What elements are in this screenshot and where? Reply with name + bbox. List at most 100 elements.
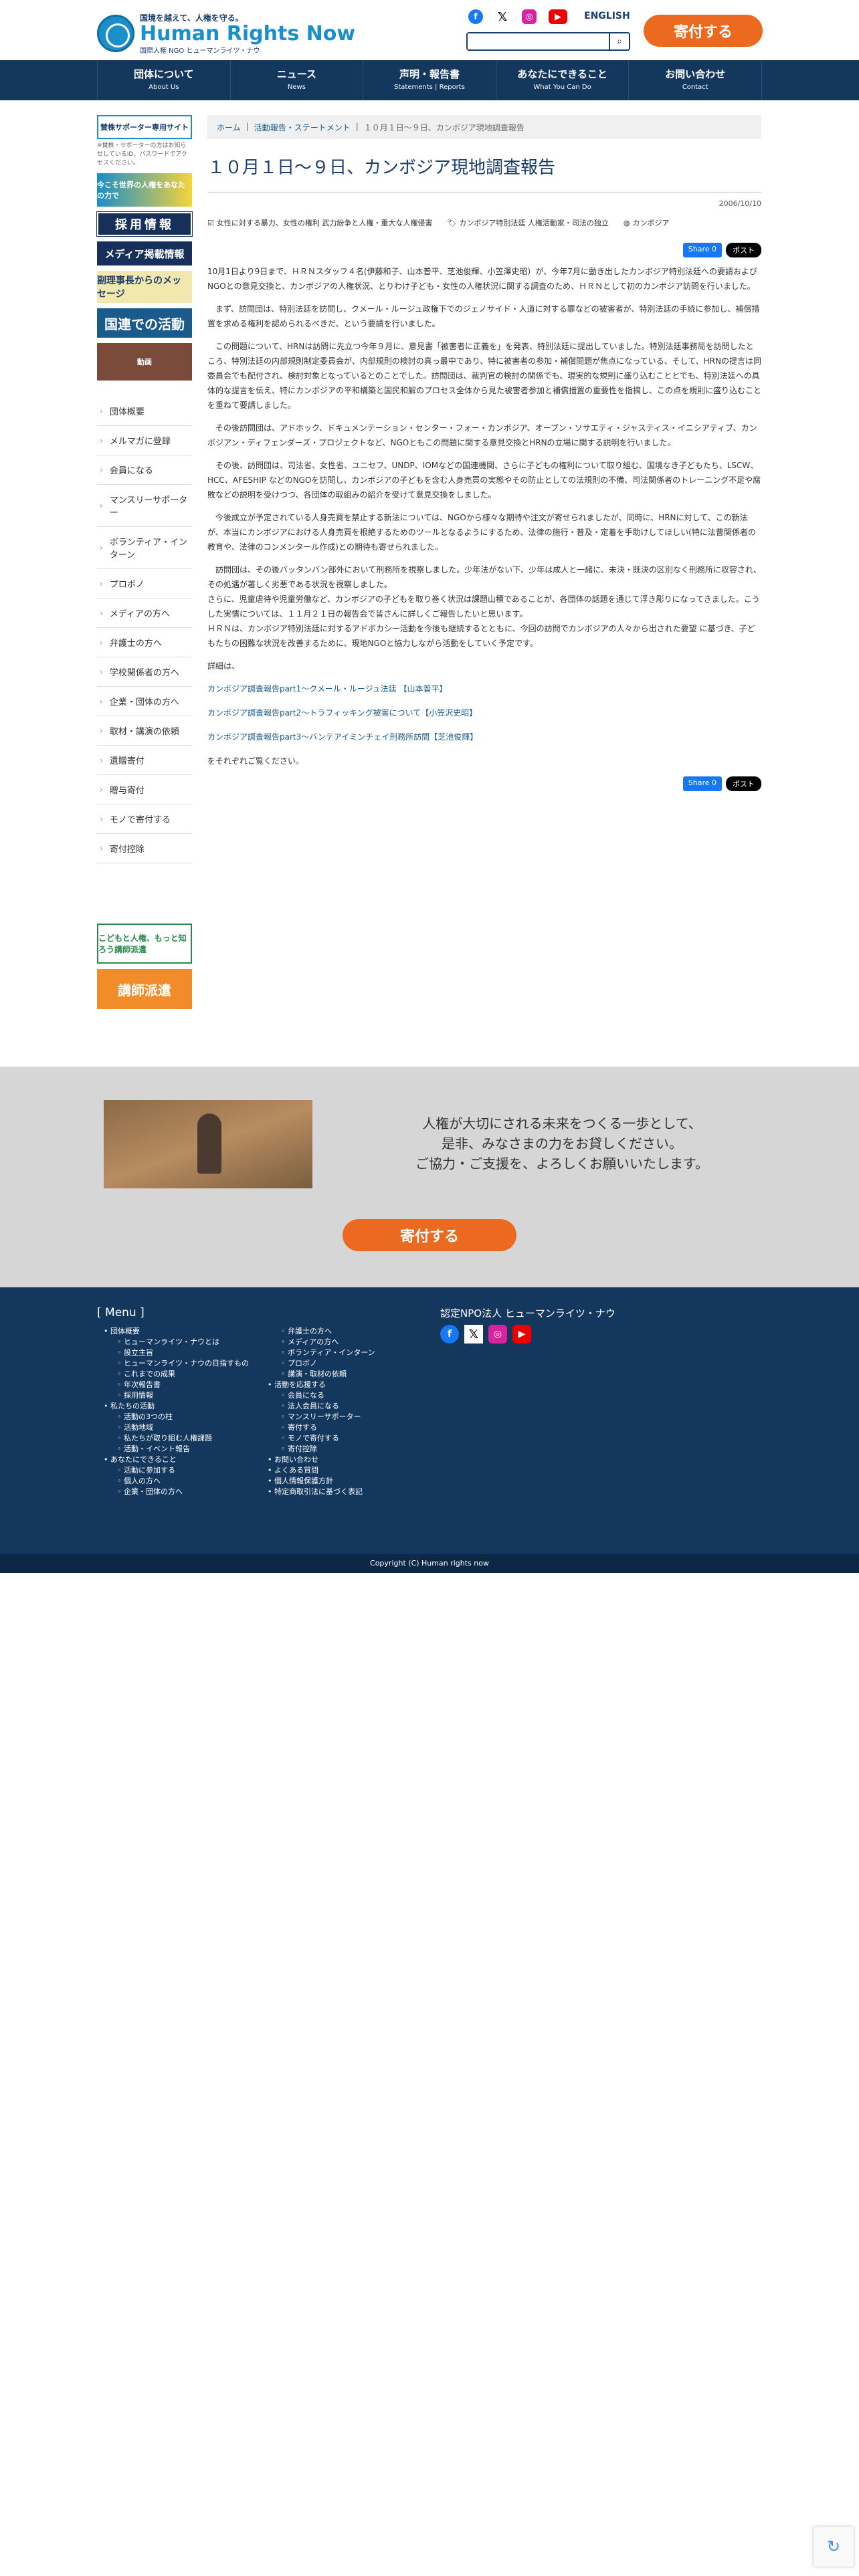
sidebar-menu-item[interactable]: › 団体概要 <box>97 397 192 426</box>
youtube-icon[interactable]: ▶ <box>549 9 567 24</box>
x-post-button[interactable]: ポスト <box>726 776 761 791</box>
nav-what-you-can-do[interactable]: あなたにできること What You Can Do <box>496 60 630 100</box>
footer-menu-link[interactable]: 活動に参加する <box>104 1465 249 1476</box>
footer-menu-link[interactable]: 寄付する <box>268 1422 375 1433</box>
tag-link[interactable]: カンボジア特別法廷 人権活動家・司法の独立 <box>459 217 609 228</box>
nav-news[interactable]: ニュース News <box>231 60 364 100</box>
nav-contact[interactable]: お問い合わせ Contact <box>629 60 762 100</box>
sidebar-menu-item[interactable]: › メルマガに登録 <box>97 426 192 455</box>
sidebar-menu-item[interactable]: › マンスリーサポーター <box>97 485 192 527</box>
logo-name: Human Rights Now <box>140 22 356 45</box>
donate-button-appeal[interactable]: 寄付する <box>343 1219 516 1251</box>
copyright: Copyright (C) Human rights now <box>0 1554 859 1573</box>
footer-menu-link[interactable]: 講演・取材の依頼 <box>268 1369 375 1380</box>
footer-menu-link[interactable]: ヒューマンライツ・ナウの目指すもの <box>104 1358 249 1369</box>
footer-menu-link[interactable]: よくある質問 <box>268 1465 375 1476</box>
sidebar-menu-item[interactable]: › 学校関係者の方へ <box>97 657 192 687</box>
footer-menu-link[interactable]: ボランティア・インターン <box>268 1348 375 1358</box>
sidebar-menu-item[interactable]: › 会員になる <box>97 455 192 485</box>
sidebar-menu-item[interactable]: › 弁護士の方へ <box>97 628 192 657</box>
sidebar-menu-item[interactable]: › ボランティア・インターン <box>97 527 192 569</box>
footer-menu-link[interactable]: メディアの方へ <box>268 1337 375 1348</box>
search-icon[interactable]: ⌕ <box>609 33 629 49</box>
donate-button[interactable]: 寄付する <box>644 15 763 47</box>
footer-menu-link[interactable]: 設立主旨 <box>104 1348 249 1358</box>
un-activity-banner[interactable]: 国連での活動 <box>97 308 192 338</box>
lecture-banner[interactable]: 講師派遣 <box>97 969 192 1009</box>
article-paragraph: さらに、児童虐待や児童労働など、カンボジアの子どもを取り巻く状況は課題山積である… <box>207 595 760 619</box>
sidebar-menu-label: メディアの方へ <box>109 609 170 619</box>
supporter-note: ※賛株・サポーターの方はお知らせしているID、パスワードでアクセスください。 <box>97 142 187 167</box>
footer-menu-link[interactable]: これまでの成果 <box>104 1369 249 1380</box>
footer-menu-link[interactable]: 法人会員になる <box>268 1401 375 1412</box>
media-banner[interactable]: メディア掲載情報 <box>97 241 192 265</box>
supporter-site-banner[interactable]: 賛株サポーター専用サイト <box>97 115 192 139</box>
footer-menu-link[interactable]: 年次報告書 <box>104 1380 249 1390</box>
facebook-icon[interactable]: f <box>440 1325 459 1344</box>
facebook-icon[interactable]: f <box>468 9 483 24</box>
kids-lecture-banner[interactable]: こどもと人権、もっと知ろう講師派遣 <box>97 924 192 964</box>
footer-menu-link[interactable]: ヒューマンライツ・ナウとは <box>104 1337 249 1348</box>
footer-menu-link[interactable]: モノで寄付する <box>268 1433 375 1444</box>
recaptcha-icon[interactable]: ↻ <box>814 2527 854 2567</box>
x-icon[interactable]: 𝕏 <box>495 9 510 24</box>
footer-menu-link[interactable]: マンスリーサポーター <box>268 1412 375 1422</box>
footer-menu-link[interactable]: 弁護士の方へ <box>268 1326 375 1337</box>
x-post-button[interactable]: ポスト <box>726 243 761 257</box>
report-link-part1[interactable]: カンボジア調査報告part1～クメール・ルージュ法廷 【山本普平】 <box>207 681 761 696</box>
footer-menu-link[interactable]: 活動の3つの柱 <box>104 1412 249 1422</box>
site-logo[interactable]: 国境を越えて、人権を守る。 Human Rights Now 国際人権 NGO … <box>97 12 355 55</box>
post-date: 2006/10/10 <box>719 199 761 208</box>
nav-statements[interactable]: 声明・報告書 Statements | Reports <box>363 60 496 100</box>
search-box: ⌕ <box>466 32 630 51</box>
facebook-share-button[interactable]: Share 0 <box>682 776 722 791</box>
x-icon[interactable]: 𝕏 <box>464 1325 483 1344</box>
campaign-banner[interactable]: 今こそ世界の人権をあなたの力で <box>97 173 192 207</box>
footer-menu-link[interactable]: 個人情報保護方針 <box>268 1476 375 1487</box>
sidebar-menu-item[interactable]: › プロボノ <box>97 569 192 599</box>
region-link[interactable]: カンボジア <box>632 217 669 228</box>
video-banner[interactable]: 動画 <box>97 343 192 381</box>
chevron-right-icon: › <box>100 608 103 618</box>
footer-menu-link[interactable]: お問い合わせ <box>268 1455 375 1465</box>
sidebar-menu-label: 団体概要 <box>109 407 145 417</box>
sidebar-menu-item[interactable]: › モノで寄付する <box>97 804 192 834</box>
footer-menu-link[interactable]: 会員になる <box>268 1390 375 1401</box>
footer-menu-link[interactable]: 活動地域 <box>104 1422 249 1433</box>
report-link-part3[interactable]: カンボジア調査報告part3～バンテアイミンチェイ刑務所訪問【芝池俊輝】 <box>207 730 761 744</box>
search-input[interactable] <box>468 33 609 49</box>
sidebar-menu-item[interactable]: › 寄付控除 <box>97 834 192 863</box>
breadcrumb-category[interactable]: 活動報告・ステートメント <box>254 122 351 132</box>
footer-menu-link[interactable]: あなたにできること <box>104 1455 249 1465</box>
footer-menu-link[interactable]: プロボノ <box>268 1358 375 1369</box>
sidebar-menu-item[interactable]: › 取材・講演の依頼 <box>97 716 192 746</box>
instagram-icon[interactable]: ◎ <box>488 1325 507 1344</box>
footer-menu-link[interactable]: 私たちが取り組む人権課題 <box>104 1433 249 1444</box>
sidebar-menu-item[interactable]: › 企業・団体の方へ <box>97 687 192 716</box>
footer-menu-link[interactable]: 活動を応援する <box>268 1380 375 1390</box>
sidebar-menu-item[interactable]: › メディアの方へ <box>97 599 192 628</box>
category-link[interactable]: 女性に対する暴力、女性の権利 武力紛争と人権・重大な人権侵害 <box>217 217 433 228</box>
message-banner[interactable]: 副理事長からのメッセージ <box>97 271 192 303</box>
footer-menu-link[interactable]: 私たちの活動 <box>104 1401 249 1412</box>
footer-menu-link[interactable]: 寄付控除 <box>268 1444 375 1455</box>
footer-menu-link[interactable]: 活動・イベント報告 <box>104 1444 249 1455</box>
facebook-share-button[interactable]: Share 0 <box>682 243 722 257</box>
footer-menu-link[interactable]: 企業・団体の方へ <box>104 1487 249 1497</box>
footer-menu-link[interactable]: 団体概要 <box>104 1326 249 1337</box>
recruit-banner[interactable]: 採用情報 <box>96 211 193 237</box>
report-link-part2[interactable]: カンボジア調査報告part2～トラフィッキング被害について【小笠沢史昭】 <box>207 706 761 720</box>
nav-about[interactable]: 団体について About Us <box>97 60 231 100</box>
youtube-icon[interactable]: ▶ <box>512 1325 531 1344</box>
footer-menu-link[interactable]: 特定商取引法に基づく表記 <box>268 1487 375 1497</box>
site-footer: [ Menu ] 団体概要ヒューマンライツ・ナウとは設立主旨ヒューマンライツ・ナ… <box>0 1287 859 1555</box>
instagram-icon[interactable]: ◎ <box>522 9 537 24</box>
article-paragraph: ＨＲＮは、カンボジア特別法廷に対するアドボカシー活動を今後も継続するとともに、今… <box>207 624 755 648</box>
english-link[interactable]: ENGLISH <box>584 11 630 21</box>
sidebar-menu-item[interactable]: › 遺贈寄付 <box>97 746 192 775</box>
sidebar-menu-item[interactable]: › 贈与寄付 <box>97 775 192 804</box>
breadcrumb-home[interactable]: ホーム <box>217 122 241 132</box>
footer-menu-link[interactable]: 採用情報 <box>104 1390 249 1401</box>
footer-menu-link[interactable]: 個人の方へ <box>104 1476 249 1487</box>
appeal-photo <box>104 1100 312 1188</box>
